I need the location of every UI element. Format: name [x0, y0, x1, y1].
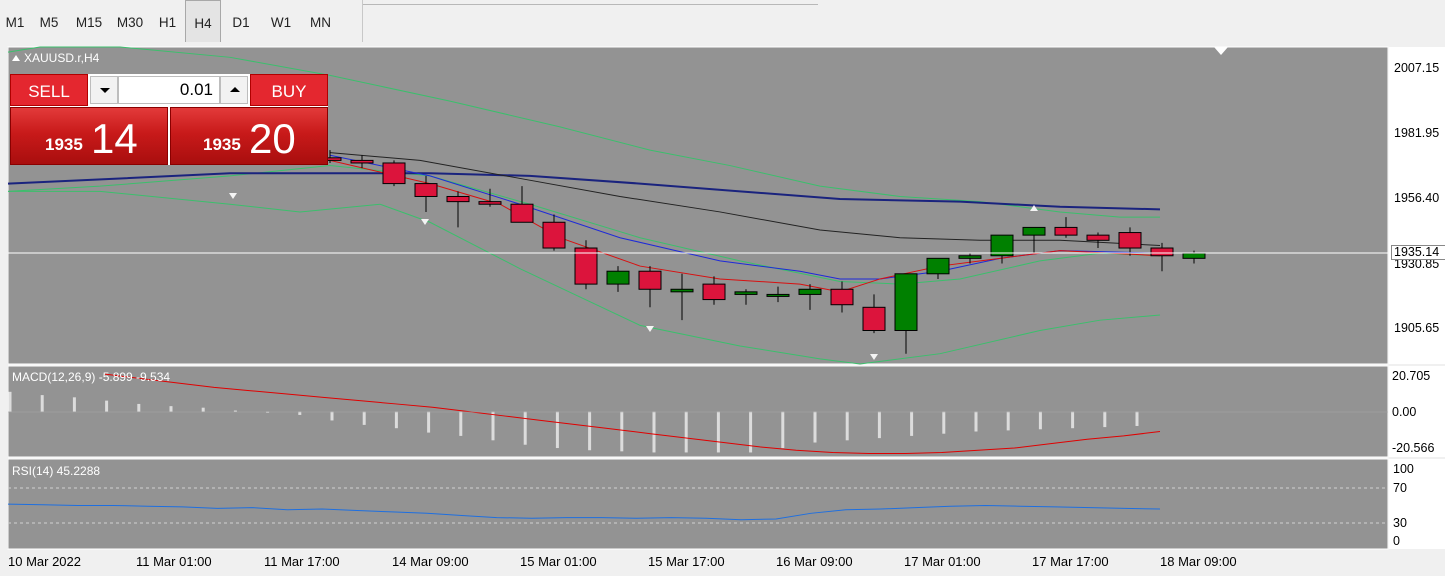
left-frame [0, 47, 8, 549]
price-axis-label: 1956.40 [1394, 191, 1440, 205]
time-axis-label: 17 Mar 01:00 [904, 554, 981, 569]
buy-price-prefix: 1935 [203, 135, 241, 154]
candle-body [606, 270, 630, 285]
one-click-trading-panel: SELL 0.01 BUY 1935 14 1935 20 [10, 74, 328, 165]
rsi-axis-label: 70 [1393, 481, 1407, 495]
rsi-axis-label: 0 [1393, 534, 1400, 548]
macd-axis-label: -20.566 [1392, 441, 1435, 455]
time-axis-label: 15 Mar 01:00 [520, 554, 597, 569]
candle-body [1182, 252, 1206, 259]
sell-price-prefix: 1935 [45, 135, 83, 154]
time-axis-label: 11 Mar 01:00 [136, 554, 212, 569]
candle-body [1086, 234, 1110, 241]
time-axis-label: 16 Mar 09:00 [776, 554, 853, 569]
time-axis-label: 10 Mar 2022 [8, 554, 81, 569]
macd-axis-label: 0.00 [1392, 405, 1417, 419]
sell-button[interactable]: SELL [10, 74, 88, 106]
price-axis-bg [1389, 47, 1445, 364]
candle [574, 240, 598, 290]
candle-body [1150, 247, 1174, 257]
buy-button[interactable]: BUY [250, 74, 328, 106]
price-axis-label: 1905.65 [1394, 321, 1440, 335]
candle-body [542, 221, 566, 249]
macd-panel-bg [7, 365, 1389, 458]
candle-body [350, 159, 374, 164]
price-axis-label: 2007.15 [1394, 61, 1440, 75]
candle-body [798, 288, 822, 295]
macd-axis-label: 20.705 [1392, 369, 1431, 383]
candle-body [766, 293, 790, 297]
candle-body [894, 273, 918, 331]
candle-body [1118, 232, 1142, 249]
chart-title: XAUUSD.r,H4 [12, 51, 99, 65]
rsi-title: RSI(14) 45.2288 [12, 464, 101, 478]
sell-price-main: 14 [91, 115, 138, 162]
time-axis-label: 11 Mar 17:00 [264, 554, 340, 569]
lot-increase-button[interactable] [220, 76, 248, 104]
sell-price-quote[interactable]: 1935 14 [10, 107, 168, 165]
candle-body [862, 306, 886, 331]
candle-body [958, 255, 982, 259]
rsi-axis-label: 30 [1393, 516, 1407, 530]
rsi-axis-label: 100 [1393, 462, 1414, 476]
time-axis-label: 17 Mar 17:00 [1032, 554, 1109, 569]
candle-body [638, 270, 662, 290]
candle-body [478, 201, 502, 205]
time-axis-label: 18 Mar 09:00 [1160, 554, 1237, 569]
rsi-panel-bg [7, 458, 1389, 550]
candle-body [830, 288, 854, 306]
candle-body [926, 257, 950, 275]
candle-body [382, 162, 406, 185]
candle-body [702, 283, 726, 301]
current-price-tag: 1935.14 [1391, 245, 1445, 260]
lot-size-input[interactable]: 0.01 [118, 76, 220, 104]
lot-decrease-button[interactable] [90, 76, 118, 104]
candle-body [1022, 226, 1046, 236]
candle-body [446, 195, 470, 203]
candle-body [1054, 226, 1078, 236]
price-axis-label: 1981.95 [1394, 126, 1440, 140]
candle [382, 160, 406, 187]
time-axis-label: 14 Mar 09:00 [392, 554, 469, 569]
candle-body [510, 203, 534, 223]
buy-price-quote[interactable]: 1935 20 [170, 107, 328, 165]
buy-price-main: 20 [249, 115, 296, 162]
macd-title: MACD(12,26,9) -5.899 -9.534 [12, 370, 171, 384]
candle-body [670, 288, 694, 293]
time-axis-label: 15 Mar 17:00 [648, 554, 725, 569]
candle-body [414, 183, 438, 197]
candle-body [734, 291, 758, 295]
